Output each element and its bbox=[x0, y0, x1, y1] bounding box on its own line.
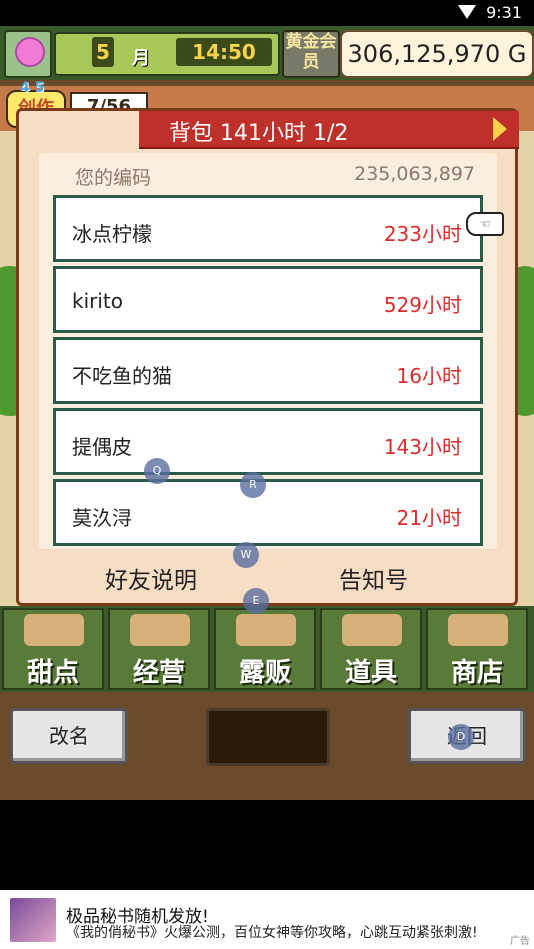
friend-row[interactable]: 提偶皮 143小时 bbox=[53, 408, 483, 475]
friend-row[interactable]: 莫汣浔 21小时 bbox=[53, 479, 483, 546]
menu-item-label: 甜点 bbox=[26, 658, 79, 688]
food-truck-icon bbox=[236, 614, 296, 646]
user-code-row: 您的编码 235,063,897 bbox=[39, 153, 497, 193]
money-display: 306,125,970 G bbox=[340, 30, 534, 78]
top-hud: 5 月 14:50 黄金会员 306,125,970 G bbox=[0, 26, 534, 80]
friends-dialog: 背包 141小时 1/2 您的编码 235,063,897 冰点柠檬 233小时… bbox=[16, 108, 519, 606]
friend-hours: 21小时 bbox=[396, 506, 462, 530]
friend-name: 不吃鱼的猫 bbox=[72, 364, 172, 388]
menu-item-dessert[interactable]: 甜点 bbox=[2, 608, 104, 690]
touch-marker: W bbox=[233, 542, 259, 568]
touch-marker: E bbox=[243, 588, 269, 614]
bottom-menu: 甜点 经营 露贩 道具 商店 bbox=[0, 606, 534, 692]
touch-marker: D bbox=[448, 724, 474, 750]
status-time: 9:31 bbox=[486, 3, 522, 22]
dialog-titlebar: 背包 141小时 1/2 bbox=[139, 111, 519, 149]
friend-hours: 529小时 bbox=[383, 293, 462, 317]
month-number: 5 bbox=[92, 37, 114, 67]
flower-icon[interactable] bbox=[4, 30, 52, 78]
hand-pointer-icon: ☜ bbox=[466, 212, 504, 236]
create-level: 4 5 bbox=[20, 80, 45, 96]
next-page-arrow-icon[interactable] bbox=[493, 117, 507, 141]
menu-item-label: 道具 bbox=[344, 658, 397, 688]
clock-display: 14:50 bbox=[176, 38, 272, 66]
friend-hours: 143小时 bbox=[383, 435, 462, 459]
menu-item-stall[interactable]: 露贩 bbox=[214, 608, 316, 690]
ad-tag: 广告 bbox=[510, 936, 530, 947]
shopping-cart-icon bbox=[448, 614, 508, 646]
user-code-label: 您的编码 bbox=[75, 167, 152, 189]
friend-name: 提偶皮 bbox=[72, 435, 132, 459]
ad-body: 《我的俏秘书》火爆公测，百位女神等你攻略，心跳互动紧张刺激! bbox=[66, 925, 478, 941]
bag-icon bbox=[342, 614, 402, 646]
friend-row[interactable]: 冰点柠檬 233小时 bbox=[53, 195, 483, 262]
menu-item-label: 经营 bbox=[132, 658, 185, 688]
touch-marker: Q bbox=[144, 458, 170, 484]
cake-icon bbox=[24, 614, 84, 646]
menu-item-store[interactable]: 商店 bbox=[426, 608, 528, 690]
ad-thumbnail bbox=[10, 898, 56, 942]
shop-building-icon bbox=[130, 614, 190, 646]
dialog-title: 背包 141小时 1/2 bbox=[169, 121, 349, 146]
friend-list-panel: 您的编码 235,063,897 冰点柠檬 233小时 kirito 529小时… bbox=[39, 153, 497, 549]
friend-info-button[interactable]: 好友说明 bbox=[105, 561, 197, 595]
menu-item-label: 商店 bbox=[450, 658, 503, 688]
friend-name: 冰点柠檬 bbox=[72, 222, 152, 246]
ad-banner[interactable]: 极品秘书随机发放! 《我的俏秘书》火爆公测，百位女神等你攻略，心跳互动紧张刺激!… bbox=[0, 890, 534, 949]
menu-item-label: 露贩 bbox=[238, 658, 291, 688]
rename-button[interactable]: 改名 bbox=[10, 708, 128, 764]
friend-row[interactable]: 不吃鱼的猫 16小时 bbox=[53, 337, 483, 404]
touch-marker: R bbox=[240, 472, 266, 498]
month-label: 月 bbox=[132, 48, 150, 69]
gold-member-badge: 黄金会员 bbox=[282, 30, 340, 78]
date-display: 5 月 14:50 bbox=[54, 32, 280, 76]
menu-item-items[interactable]: 道具 bbox=[320, 608, 422, 690]
friend-row[interactable]: kirito 529小时 bbox=[53, 266, 483, 333]
user-code-value: 235,063,897 bbox=[354, 163, 475, 185]
center-slot bbox=[206, 708, 330, 766]
dialog-footer: 好友说明 告知号 bbox=[19, 557, 515, 597]
friend-name: 莫汣浔 bbox=[72, 506, 132, 530]
friend-hours: 233小时 bbox=[383, 222, 462, 246]
notice-button[interactable]: 告知号 bbox=[339, 561, 408, 595]
wifi-icon bbox=[458, 5, 476, 19]
menu-item-manage[interactable]: 经营 bbox=[108, 608, 210, 690]
friend-hours: 16小时 bbox=[396, 364, 462, 388]
friend-name: kirito bbox=[72, 289, 123, 313]
status-bar: 9:31 bbox=[0, 0, 534, 26]
